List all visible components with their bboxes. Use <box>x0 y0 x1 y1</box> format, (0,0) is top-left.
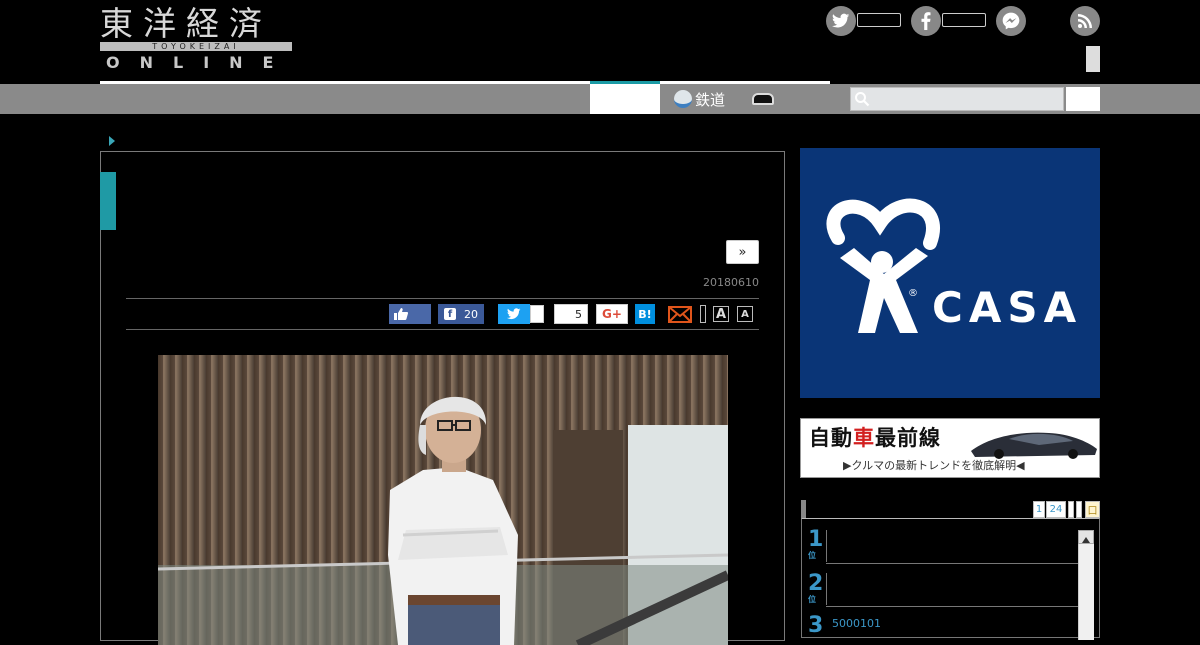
registered-mark-icon: ® <box>908 288 918 299</box>
casa-brand-text: CASA <box>932 283 1083 332</box>
rank-2-digit: 2 <box>808 571 824 596</box>
ranking-tab-3[interactable] <box>1068 501 1074 518</box>
logo-kanji: 東洋経済 <box>100 4 272 43</box>
share-count-box: 5 <box>554 304 588 324</box>
facebook-share-count: 20 <box>464 307 478 321</box>
rank-number-3: 3 <box>808 614 823 638</box>
rank-1-suffix: 位 <box>808 551 816 560</box>
site-logo[interactable]: 東洋経済 TOYOKEIZAI ONLINE <box>100 4 294 72</box>
car-banner-title: 自動車最前線 <box>809 425 941 451</box>
car-title-red: 車 <box>853 425 875 450</box>
share-rule-bottom <box>126 329 759 330</box>
nav-item-label: 鉄道 <box>695 90 726 109</box>
article-date: 20180610 <box>703 276 759 289</box>
rank-3-text[interactable]: 5000101 <box>832 617 881 630</box>
nav-item-car[interactable] <box>752 84 774 114</box>
facebook-like-count[interactable] <box>942 13 986 27</box>
ranking-tab-5[interactable]: 口 <box>1085 501 1100 518</box>
font-size-large-button[interactable]: A <box>713 306 729 322</box>
car-icon <box>752 93 774 105</box>
car-title-part1: 自動 <box>809 425 853 450</box>
facebook-icon: f <box>444 308 456 320</box>
article-photo <box>158 355 728 645</box>
nav-item-tetsudo[interactable]: 鉄道 <box>674 84 725 114</box>
rank-number-2: 2 位 <box>808 572 823 604</box>
twitter-share-button[interactable] <box>498 304 530 324</box>
search-button[interactable] <box>1066 87 1100 111</box>
share-divider <box>700 305 706 323</box>
rank-item-2[interactable] <box>826 573 1078 605</box>
facebook-share-button[interactable]: f 20 <box>438 304 484 324</box>
logo-online: ONLINE <box>106 53 294 72</box>
train-icon <box>674 90 692 108</box>
next-page-button[interactable]: » <box>726 240 759 264</box>
thumbs-up-icon <box>394 308 408 320</box>
rss-icon[interactable] <box>1070 6 1100 36</box>
car-title-part2: 最前線 <box>875 425 941 450</box>
ranking-header-mark <box>801 500 806 518</box>
rank-item-1[interactable] <box>826 530 1078 562</box>
car-banner-subtitle: ▶クルマの最新トレンドを徹底解明◀ <box>843 459 1025 472</box>
twitter-icon[interactable] <box>826 6 856 36</box>
search-input[interactable] <box>850 87 1064 111</box>
ad-banner-car-frontline[interactable]: 自動車最前線 ▶クルマの最新トレンドを徹底解明◀ <box>800 418 1100 478</box>
ranking-tab-1h[interactable]: 1 <box>1033 501 1045 518</box>
messenger-icon[interactable] <box>996 6 1026 36</box>
ad-banner-casa[interactable]: ® CASA <box>800 148 1100 398</box>
rank-separator <box>826 563 1078 564</box>
twitter-share-count <box>530 305 544 323</box>
font-size-small-button[interactable]: A <box>737 306 753 322</box>
casa-heart-logo-icon <box>826 198 940 333</box>
ranking-scroll-up-button[interactable] <box>1078 530 1094 544</box>
ranking-scrollbar[interactable] <box>1078 530 1094 640</box>
ranking-tab-4[interactable] <box>1076 501 1082 518</box>
rank-separator <box>826 606 1078 607</box>
twitter-icon <box>507 308 521 320</box>
twitter-follow-count[interactable] <box>857 13 901 27</box>
rank-number-1: 1 位 <box>808 528 823 560</box>
ranking-tab-24h[interactable]: 24 <box>1046 501 1066 518</box>
share-rule-top <box>126 298 759 299</box>
mail-icon[interactable] <box>668 304 692 324</box>
breadcrumb-arrow-icon <box>109 136 115 146</box>
article-title-accent <box>100 172 116 230</box>
google-plus-button[interactable]: G+ <box>596 304 628 324</box>
facebook-like-button[interactable] <box>389 304 431 324</box>
rank-3-digit: 3 <box>808 613 824 638</box>
facebook-icon[interactable] <box>911 6 941 36</box>
header-scroll-stub[interactable] <box>1086 46 1100 72</box>
search-icon <box>855 92 870 107</box>
logo-sub: TOYOKEIZAI <box>152 42 240 51</box>
nav-active-tab[interactable] <box>590 81 660 114</box>
concept-car-icon <box>971 432 1097 459</box>
rank-2-suffix: 位 <box>808 595 816 604</box>
triangle-up-icon <box>1082 537 1090 543</box>
hatena-bookmark-button[interactable]: B! <box>635 304 655 324</box>
rank-1-digit: 1 <box>808 527 824 552</box>
